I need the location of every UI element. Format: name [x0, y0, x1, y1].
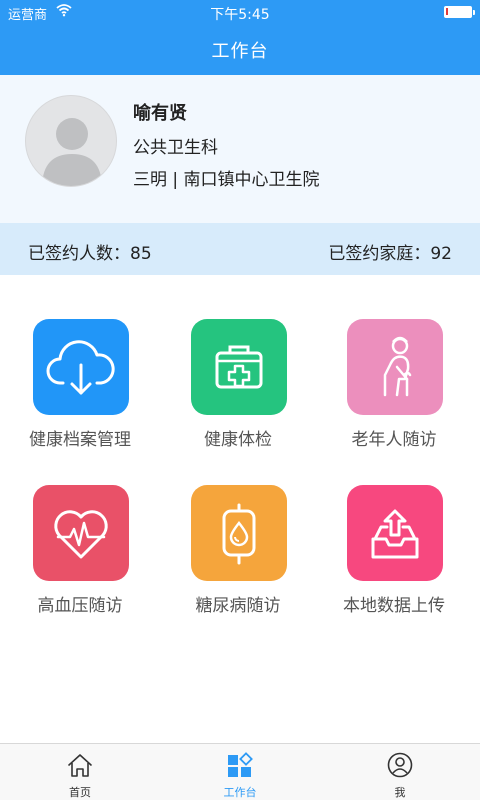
diabetes-followup-icon-box [191, 485, 287, 581]
workbench-grid-icon [228, 752, 253, 777]
elderly-followup-button[interactable]: 老年人随访 [314, 275, 474, 450]
elderly-person-icon [383, 336, 412, 397]
user-profile-icon [387, 752, 413, 778]
hypertension-followup-icon-box [33, 485, 129, 581]
health-records-icon-box [33, 319, 129, 415]
data-upload-icon-box [347, 485, 443, 581]
doctor-name: 喻有贤 [133, 103, 187, 124]
tab-home[interactable]: 首页 [0, 744, 160, 800]
doctor-department: 公共卫生科 [133, 138, 218, 158]
signing-stats: 已签约人数：85 已签约家庭：92 [0, 223, 480, 275]
page-title: 工作台 [211, 41, 269, 62]
medical-kit-icon [215, 345, 263, 389]
profile-card: 喻有贤 公共卫生科 三明 | 南口镇中心卫生院 [0, 75, 480, 223]
cloud-download-icon [46, 340, 115, 395]
status-bar: 运营商 下午5:45 [0, 0, 480, 24]
diabetes-followup-label: 糖尿病随访 [195, 596, 281, 616]
tab-workbench-label: 工作台 [223, 786, 257, 799]
user-silhouette-icon [42, 118, 102, 186]
inbox-upload-icon [371, 509, 419, 559]
top-header: 运营商 下午5:45 工作台 [0, 0, 480, 75]
elderly-followup-icon-box [347, 319, 443, 415]
signed-people-label: 已签约人数： [28, 244, 130, 264]
health-checkup-icon-box [191, 319, 287, 415]
signed-people-stat: 已签约人数：85 [28, 239, 152, 264]
battery-icon [444, 6, 475, 18]
doctor-organization: 三明 | 南口镇中心卫生院 [133, 170, 320, 190]
function-grid: 健康档案管理 健康体检 老年人随访 高血压随访 糖尿病随访 本地数据上传 [0, 275, 480, 743]
hypertension-followup-button[interactable]: 高血压随访 [0, 441, 160, 616]
health-records-button[interactable]: 健康档案管理 [0, 275, 160, 450]
tab-workbench[interactable]: 工作台 [160, 744, 320, 800]
data-upload-label: 本地数据上传 [343, 596, 445, 616]
diabetes-followup-button[interactable]: 糖尿病随访 [158, 441, 318, 616]
signed-families-value: 92 [430, 244, 452, 264]
tab-home-label: 首页 [69, 786, 91, 799]
health-checkup-button[interactable]: 健康体检 [158, 275, 318, 450]
iv-drip-bag-icon [222, 503, 256, 565]
tab-me-label: 我 [394, 786, 406, 799]
data-upload-button[interactable]: 本地数据上传 [314, 441, 474, 616]
battery-level [446, 8, 448, 15]
status-time: 下午5:45 [210, 7, 270, 23]
signed-people-value: 85 [130, 244, 152, 264]
home-icon [68, 754, 92, 777]
signed-families-stat: 已签约家庭：92 [328, 239, 452, 264]
signed-families-label: 已签约家庭： [328, 244, 431, 264]
tab-me[interactable]: 我 [320, 744, 480, 800]
bottom-tab-bar: 首页 工作台 我 [0, 743, 480, 800]
heart-pulse-icon [54, 510, 108, 559]
avatar[interactable] [25, 95, 117, 187]
hypertension-followup-label: 高血压随访 [37, 596, 123, 616]
